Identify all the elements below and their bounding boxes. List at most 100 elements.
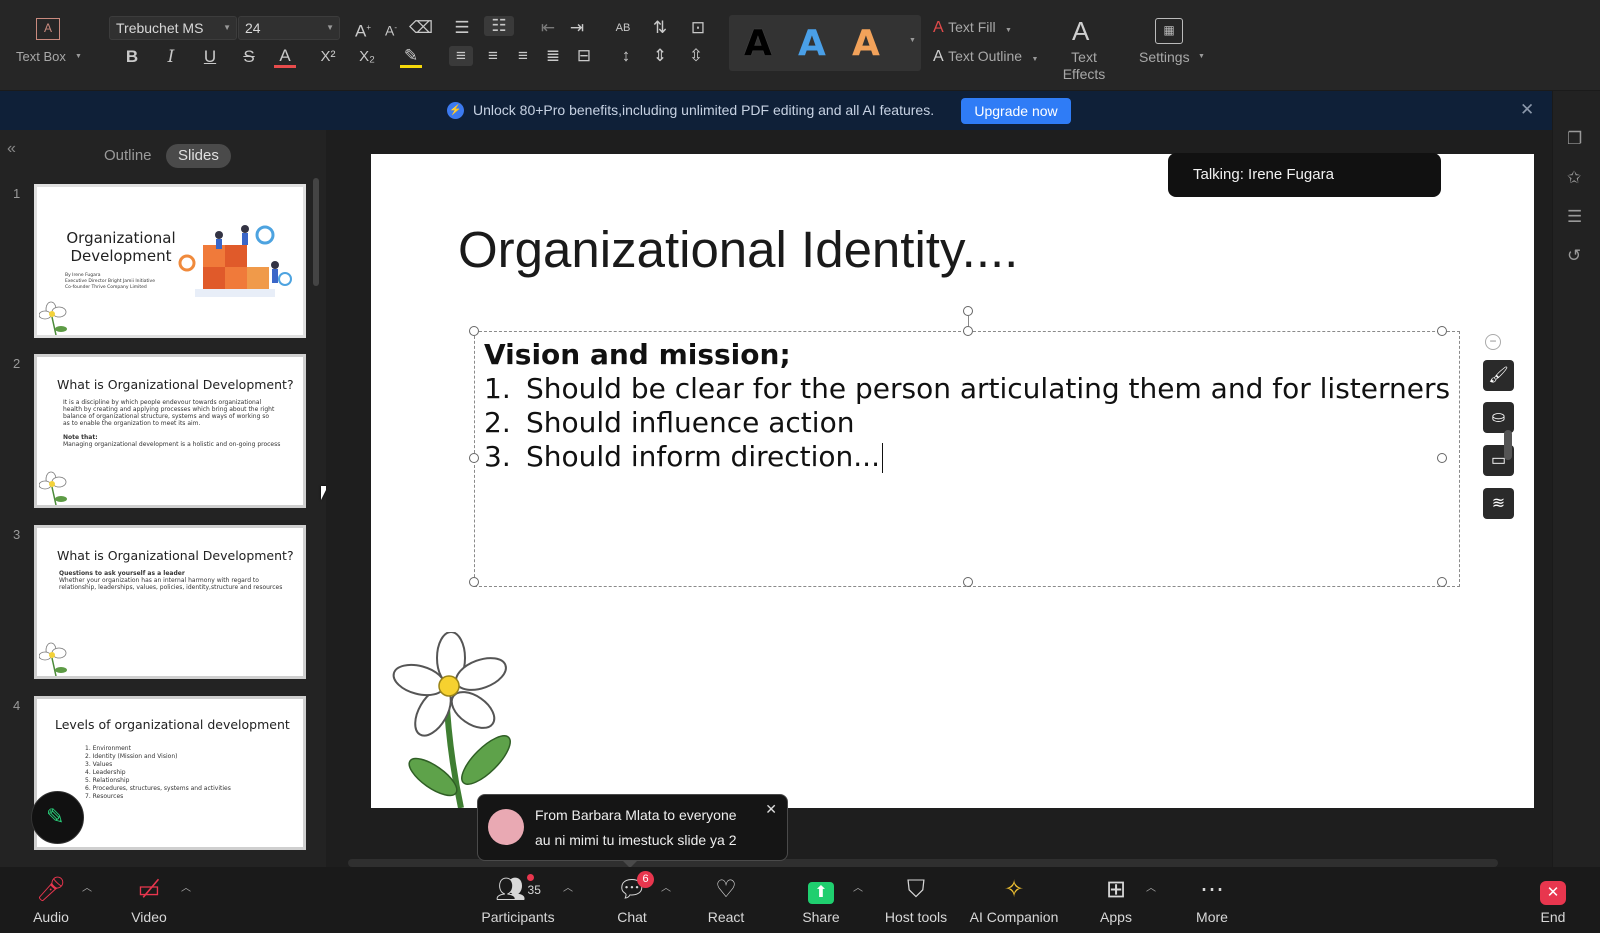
resize-handle[interactable] bbox=[1437, 453, 1447, 463]
adjust-icon[interactable]: ☰ bbox=[1567, 207, 1582, 227]
ai-companion-button[interactable]: ✧ AI Companion bbox=[966, 867, 1062, 933]
panel-scrollbar[interactable] bbox=[313, 178, 319, 286]
chevron-up-icon[interactable]: ︿ bbox=[853, 879, 863, 894]
eraser-icon[interactable]: ⌫ bbox=[409, 18, 433, 38]
video-button[interactable]: ▭̸ Video bbox=[118, 867, 180, 933]
resize-handle[interactable] bbox=[469, 453, 479, 463]
paragraph-spacing-icon[interactable]: ⇕ bbox=[648, 46, 672, 66]
rotate-handle[interactable] bbox=[963, 306, 973, 316]
text-effects-button[interactable]: A Text Effects bbox=[1054, 16, 1114, 82]
strikethrough-button[interactable]: S bbox=[238, 47, 260, 67]
teamwork-illustration bbox=[178, 225, 292, 297]
font-size-value: 24 bbox=[245, 20, 261, 36]
chat-notification[interactable]: From Barbara Mlata to everyone au ni mim… bbox=[477, 794, 788, 868]
text-fill-button[interactable]: A Text Fill ▼ bbox=[933, 19, 1012, 37]
collapse-tools-icon[interactable]: − bbox=[1485, 334, 1501, 350]
font-name-select[interactable]: Trebuchet MS ▼ bbox=[109, 16, 237, 40]
resize-handle[interactable] bbox=[1437, 577, 1447, 587]
annotate-button[interactable]: ✎ bbox=[31, 791, 84, 844]
chevron-up-icon[interactable]: ︿ bbox=[82, 879, 92, 894]
list-item[interactable]: 1. Should be clear for the person articul… bbox=[484, 372, 1450, 405]
chevron-up-icon[interactable]: ︿ bbox=[181, 879, 191, 894]
grow-font-icon[interactable]: A+ bbox=[352, 18, 374, 42]
participants-button[interactable]: 👥︎ 35 Participants bbox=[474, 867, 562, 933]
underline-button[interactable]: U bbox=[199, 47, 221, 67]
superscript-button[interactable]: X² bbox=[315, 47, 341, 67]
font-size-select[interactable]: 24 ▼ bbox=[238, 16, 340, 40]
list-item[interactable]: 2. Should influence action bbox=[484, 406, 854, 439]
spacing-options-icon[interactable]: ⇳ bbox=[684, 46, 708, 66]
settings-button[interactable]: ▦ Settings ▼ bbox=[1138, 16, 1208, 76]
content-heading[interactable]: Vision and mission; bbox=[484, 338, 791, 371]
align-center-icon[interactable]: ≡ bbox=[481, 46, 505, 66]
chevron-down-icon: ▼ bbox=[1005, 27, 1012, 34]
audio-button[interactable]: 🎤︎ Audio bbox=[20, 867, 82, 933]
close-icon[interactable]: ✕ bbox=[1520, 100, 1534, 120]
thumb-line: 5. Relationship bbox=[85, 777, 130, 784]
sort-icon[interactable]: ⇅ bbox=[649, 18, 671, 38]
fill-bucket-button[interactable]: ⛀ bbox=[1483, 402, 1514, 433]
slide-thumbnail-1[interactable]: Organizational Development By Irene Fuga… bbox=[34, 184, 306, 338]
resize-handle[interactable] bbox=[469, 326, 479, 336]
thumb-line: balance of organizational structure, sys… bbox=[63, 413, 270, 420]
tab-slides[interactable]: Slides bbox=[166, 144, 231, 168]
collapse-panel-icon[interactable]: « bbox=[7, 140, 16, 158]
history-icon[interactable]: ↺ bbox=[1567, 246, 1581, 266]
tab-outline[interactable]: Outline bbox=[92, 144, 164, 168]
text-box-button[interactable]: A Text Box ▼ bbox=[14, 14, 84, 72]
slide-title[interactable]: Organizational Identity.... bbox=[458, 220, 1018, 279]
more-button[interactable]: ⋯ More bbox=[1184, 867, 1240, 933]
bold-button[interactable]: B bbox=[121, 47, 143, 67]
star-icon[interactable]: ✩ bbox=[1567, 168, 1581, 188]
align-left-icon[interactable]: ≡ bbox=[449, 46, 473, 66]
chevron-up-icon[interactable]: ︿ bbox=[1146, 879, 1156, 894]
slide-thumbnail-2[interactable]: What is Organizational Development? It i… bbox=[34, 354, 306, 508]
notification-dot bbox=[527, 874, 534, 881]
resize-handle[interactable] bbox=[963, 577, 973, 587]
numbering-icon[interactable]: ☷ bbox=[484, 16, 514, 36]
resize-handle[interactable] bbox=[469, 577, 479, 587]
end-button[interactable]: ✕ End bbox=[1528, 867, 1578, 933]
share-button[interactable]: ⬆ Share bbox=[791, 867, 851, 933]
vertical-scrollbar[interactable] bbox=[1504, 430, 1512, 460]
text-direction-icon[interactable]: AB bbox=[609, 18, 637, 38]
chevron-up-icon[interactable]: ︿ bbox=[563, 879, 573, 894]
bullets-icon[interactable]: ☰ bbox=[448, 18, 476, 38]
gallery-more-icon[interactable]: ▼ bbox=[909, 37, 916, 44]
upgrade-now-button[interactable]: Upgrade now bbox=[961, 98, 1071, 124]
slide-thumbnail-3[interactable]: What is Organizational Development? Ques… bbox=[34, 525, 306, 679]
text-outline-button[interactable]: A Text Outline ▼ bbox=[933, 48, 1038, 66]
list-item[interactable]: 3. Should inform direction... bbox=[484, 440, 883, 473]
line-spacing-icon[interactable]: ↕ bbox=[614, 46, 638, 66]
style-sample-orange[interactable]: A bbox=[852, 23, 880, 64]
decrease-indent-icon[interactable]: ⇤ bbox=[537, 18, 559, 38]
host-tools-button[interactable]: ⛉ Host tools bbox=[876, 867, 956, 933]
current-slide[interactable]: Organizational Identity.... Vision and m… bbox=[371, 154, 1534, 808]
chevron-up-icon[interactable]: ︿ bbox=[661, 879, 671, 894]
style-sample-black[interactable]: A bbox=[744, 23, 772, 64]
shield-icon: ⛉ bbox=[907, 876, 925, 903]
resize-handle[interactable] bbox=[1437, 326, 1447, 336]
end-label: End bbox=[1540, 909, 1566, 925]
distribute-icon[interactable]: ⊟ bbox=[572, 46, 596, 66]
content-text-box[interactable]: Vision and mission; 1. Should be clear fo… bbox=[469, 306, 1460, 587]
participants-icon: 👥︎ bbox=[495, 876, 526, 903]
resize-handle[interactable] bbox=[963, 326, 973, 336]
shrink-font-icon[interactable]: A- bbox=[380, 18, 402, 41]
react-button[interactable]: ♡ React bbox=[698, 867, 754, 933]
video-label: Video bbox=[131, 909, 167, 925]
layers-button[interactable]: ≋ bbox=[1483, 488, 1514, 519]
highlight-icon[interactable]: ✎ bbox=[400, 47, 422, 68]
apps-button[interactable]: ⊞ Apps bbox=[1088, 867, 1144, 933]
style-sample-blue[interactable]: A bbox=[798, 23, 826, 64]
style-brush-button[interactable]: 🖌 bbox=[1483, 360, 1514, 391]
close-icon[interactable]: ✕ bbox=[765, 801, 777, 818]
comment-icon[interactable]: ❐ bbox=[1567, 129, 1582, 149]
justify-icon[interactable]: ≣ bbox=[541, 46, 565, 66]
align-right-icon[interactable]: ≡ bbox=[511, 46, 535, 66]
subscript-button[interactable]: X₂ bbox=[354, 47, 380, 67]
font-color-button[interactable]: A bbox=[274, 47, 296, 68]
increase-indent-icon[interactable]: ⇥ bbox=[566, 18, 588, 38]
columns-icon[interactable]: ⊡ bbox=[685, 18, 711, 38]
italic-button[interactable]: I bbox=[160, 47, 182, 67]
